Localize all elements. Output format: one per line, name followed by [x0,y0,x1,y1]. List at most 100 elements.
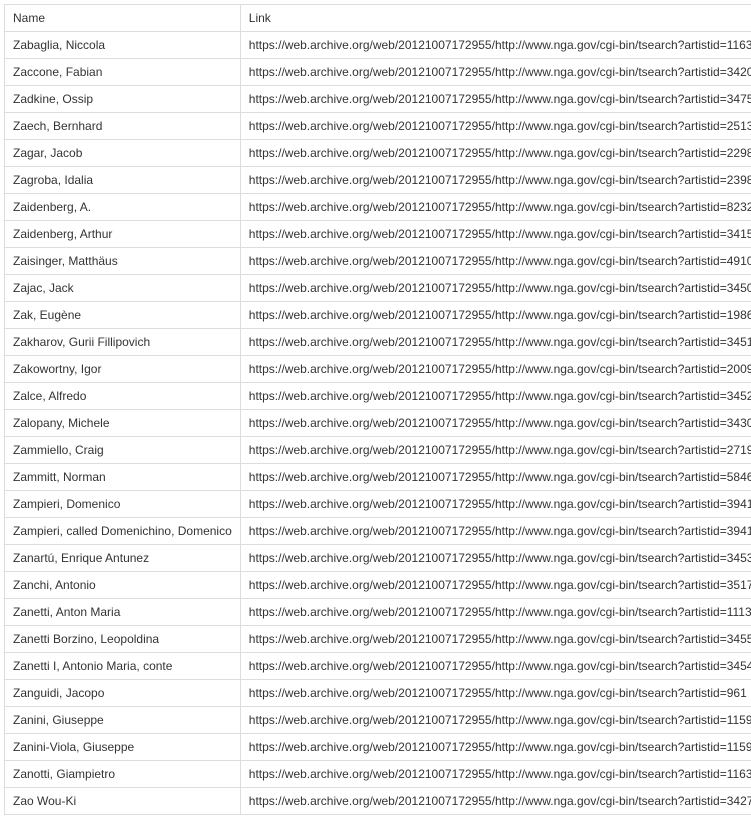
cell-name: Zanetti Borzino, Leopoldina [5,626,241,653]
artist-link[interactable]: https://web.archive.org/web/201210071729… [249,65,751,79]
cell-link: https://web.archive.org/web/201210071729… [240,572,751,599]
table-row: Zaech, Bernhard https://web.archive.org/w… [5,113,751,140]
cell-link: https://web.archive.org/web/201210071729… [240,113,751,140]
table-row: Zak, Eugènehttps://web.archive.org/web/2… [5,302,751,329]
artist-link[interactable]: https://web.archive.org/web/201210071729… [249,551,751,565]
cell-name: Zammitt, Norman [5,464,241,491]
artist-link[interactable]: https://web.archive.org/web/201210071729… [249,200,751,214]
header-link: Link [240,5,751,32]
cell-link: https://web.archive.org/web/201210071729… [240,383,751,410]
cell-name: Zadkine, Ossip [5,86,241,113]
artist-link[interactable]: https://web.archive.org/web/201210071729… [249,767,751,781]
artist-link[interactable]: https://web.archive.org/web/201210071729… [249,632,751,646]
cell-link: https://web.archive.org/web/201210071729… [240,464,751,491]
artist-link[interactable]: https://web.archive.org/web/201210071729… [249,416,751,430]
cell-name: Zanetti, Anton Maria [5,599,241,626]
cell-name: Zagar, Jacob [5,140,241,167]
cell-name: Zakharov, Gurii Fillipovich [5,329,241,356]
cell-name: Zalopany, Michele [5,410,241,437]
artist-link[interactable]: https://web.archive.org/web/201210071729… [249,686,747,700]
cell-name: Zanartú, Enrique Antunez [5,545,241,572]
cell-link: https://web.archive.org/web/201210071729… [240,626,751,653]
cell-link: https://web.archive.org/web/201210071729… [240,707,751,734]
artist-link[interactable]: https://web.archive.org/web/201210071729… [249,713,751,727]
cell-name: Zampieri, Domenico [5,491,241,518]
cell-name: Zao Wou-Ki [5,788,241,815]
cell-link: https://web.archive.org/web/201210071729… [240,86,751,113]
cell-link: https://web.archive.org/web/201210071729… [240,167,751,194]
table-row: Zanguidi, Jacopo https://web.archive.org/… [5,680,751,707]
cell-name: Zanotti, Giampietro [5,761,241,788]
cell-link: https://web.archive.org/web/201210071729… [240,788,751,815]
cell-name: Zanini-Viola, Giuseppe [5,734,241,761]
cell-link: https://web.archive.org/web/201210071729… [240,356,751,383]
table-row: Zabaglia, Niccola https://web.archive.org… [5,32,751,59]
table-row: Zanetti I, Antonio Maria, conte https://w… [5,653,751,680]
cell-name: Zabaglia, Niccola [5,32,241,59]
artist-link[interactable]: https://web.archive.org/web/201210071729… [249,38,751,52]
artist-link[interactable]: https://web.archive.org/web/201210071729… [249,281,751,295]
cell-link: https://web.archive.org/web/201210071729… [240,248,751,275]
artist-link[interactable]: https://web.archive.org/web/201210071729… [249,92,751,106]
cell-name: Zaidenberg, A. [5,194,241,221]
cell-link: https://web.archive.org/web/201210071729… [240,59,751,86]
table-row: Zalce, Alfredo https://web.archive.org/we… [5,383,751,410]
cell-link: https://web.archive.org/web/201210071729… [240,140,751,167]
artist-link[interactable]: https://web.archive.org/web/201210071729… [249,794,751,808]
cell-name: Zajac, Jack [5,275,241,302]
table-row: Zaccone, Fabian https://web.archive.org/w… [5,59,751,86]
cell-name: Zanguidi, Jacopo [5,680,241,707]
table-row: Zanini, Giuseppehttps://web.archive.org/… [5,707,751,734]
table-header-row: Name Link [5,5,751,32]
table-row: Zajac, Jack https://web.archive.org/web/2… [5,275,751,302]
artist-link[interactable]: https://web.archive.org/web/201210071729… [249,389,751,403]
artist-link[interactable]: https://web.archive.org/web/201210071729… [249,443,751,457]
cell-link: https://web.archive.org/web/201210071729… [240,653,751,680]
cell-name: Zagroba, Idalia [5,167,241,194]
table-row: Zanartú, Enrique Antunez https://web.arch… [5,545,751,572]
artist-link[interactable]: https://web.archive.org/web/201210071729… [249,308,751,322]
header-name: Name [5,5,241,32]
table-row: Zakowortny, Igorhttps://web.archive.org/… [5,356,751,383]
table-row: Zammitt, Norman https://web.archive.org/w… [5,464,751,491]
table-row: Zagar, Jacob https://web.archive.org/web/… [5,140,751,167]
artist-link[interactable]: https://web.archive.org/web/201210071729… [249,173,751,187]
artist-link[interactable]: https://web.archive.org/web/201210071729… [249,227,751,241]
table-row: Zanini-Viola, Giuseppe https://web.archiv… [5,734,751,761]
cell-name: Zammiello, Craig [5,437,241,464]
table-row: Zaidenberg, A. https://web.archive.org/we… [5,194,751,221]
table-row: Zao Wou-Ki https://web.archive.org/web/20… [5,788,751,815]
artist-link[interactable]: https://web.archive.org/web/201210071729… [249,659,751,673]
cell-name: Zaccone, Fabian [5,59,241,86]
artist-link[interactable]: https://web.archive.org/web/201210071729… [249,524,751,538]
artist-link[interactable]: https://web.archive.org/web/201210071729… [249,497,751,511]
cell-name: Zanchi, Antonio [5,572,241,599]
cell-link: https://web.archive.org/web/201210071729… [240,275,751,302]
artist-link[interactable]: https://web.archive.org/web/201210071729… [249,740,751,754]
cell-link: https://web.archive.org/web/201210071729… [240,329,751,356]
artist-link[interactable]: https://web.archive.org/web/201210071729… [249,470,751,484]
cell-name: Zalce, Alfredo [5,383,241,410]
cell-link: https://web.archive.org/web/201210071729… [240,680,751,707]
table-row: Zanchi, Antonio https://web.archive.org/w… [5,572,751,599]
cell-name: Zaidenberg, Arthur [5,221,241,248]
table-row: Zammiello, Craig https://web.archive.org/… [5,437,751,464]
cell-link: https://web.archive.org/web/201210071729… [240,518,751,545]
artist-link[interactable]: https://web.archive.org/web/201210071729… [249,362,751,376]
cell-link: https://web.archive.org/web/201210071729… [240,302,751,329]
artist-link[interactable]: https://web.archive.org/web/201210071729… [249,578,751,592]
artist-link[interactable]: https://web.archive.org/web/201210071729… [249,254,751,268]
cell-link: https://web.archive.org/web/201210071729… [240,410,751,437]
cell-name: Zaisinger, Matthäus [5,248,241,275]
artist-link[interactable]: https://web.archive.org/web/201210071729… [249,119,751,133]
cell-link: https://web.archive.org/web/201210071729… [240,194,751,221]
cell-name: Zanetti I, Antonio Maria, conte [5,653,241,680]
artist-link[interactable]: https://web.archive.org/web/201210071729… [249,335,751,349]
table-row: Zaisinger, Matthäus https://web.archive.o… [5,248,751,275]
artist-link[interactable]: https://web.archive.org/web/201210071729… [249,605,751,619]
cell-link: https://web.archive.org/web/201210071729… [240,32,751,59]
table-row: Zanetti, Anton Maria https://web.archive.… [5,599,751,626]
artist-link[interactable]: https://web.archive.org/web/201210071729… [249,146,751,160]
cell-name: Zaech, Bernhard [5,113,241,140]
cell-link: https://web.archive.org/web/201210071729… [240,221,751,248]
